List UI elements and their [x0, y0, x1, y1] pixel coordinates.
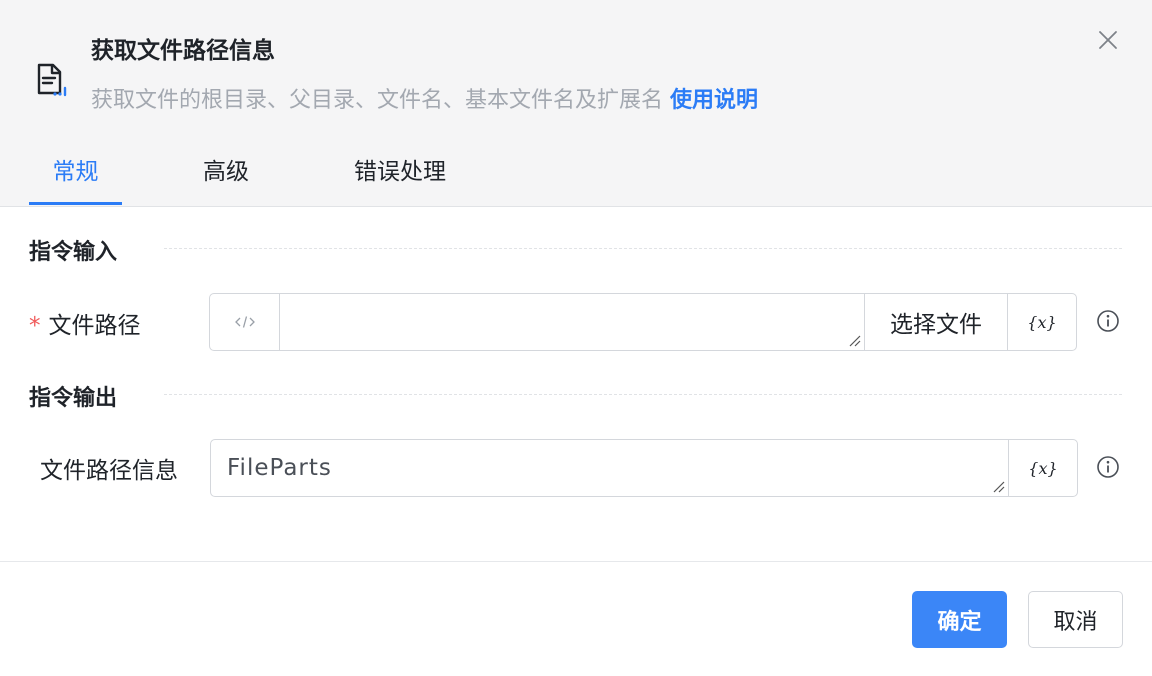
- close-icon: [1099, 31, 1117, 49]
- file-document-icon: [37, 63, 67, 97]
- dialog-title: 获取文件路径信息: [91, 38, 275, 64]
- file-path-input-group: 选择文件 {x}: [209, 293, 1077, 351]
- resize-handle-icon[interactable]: [847, 333, 861, 347]
- info-icon[interactable]: [1096, 309, 1120, 333]
- output-variable-input[interactable]: FileParts: [211, 440, 1008, 496]
- info-icon[interactable]: [1096, 455, 1120, 479]
- file-path-info-input-group: FileParts {x}: [210, 439, 1078, 497]
- get-file-path-info-dialog: 获取文件路径信息 获取文件的根目录、父目录、文件名、基本文件名及扩展名 使用说明…: [0, 0, 1152, 676]
- file-path-label: * 文件路径: [29, 306, 141, 340]
- file-path-input[interactable]: [279, 294, 864, 350]
- insert-variable-button[interactable]: {x}: [1008, 440, 1077, 496]
- file-path-label-text: 文件路径: [48, 313, 141, 339]
- required-mark: *: [29, 313, 41, 339]
- variable-icon: {x}: [1028, 458, 1058, 478]
- confirm-button[interactable]: 确定: [912, 591, 1007, 648]
- code-icon: [234, 316, 255, 328]
- file-path-info-label: 文件路径信息: [40, 458, 178, 484]
- dialog-header: 获取文件路径信息 获取文件的根目录、父目录、文件名、基本文件名及扩展名 使用说明…: [0, 0, 1152, 207]
- expression-mode-toggle[interactable]: [210, 294, 279, 350]
- insert-variable-button[interactable]: {x}: [1007, 294, 1076, 350]
- tab-general[interactable]: 常规: [29, 140, 122, 206]
- close-button[interactable]: [1094, 26, 1122, 54]
- active-tab-indicator: [29, 202, 122, 205]
- output-section-divider: [164, 394, 1122, 395]
- cancel-button[interactable]: 取消: [1028, 591, 1123, 648]
- input-section-divider: [164, 248, 1122, 249]
- input-section-title: 指令输入: [29, 240, 118, 265]
- output-variable-value: FileParts: [227, 455, 332, 481]
- tab-error-handling[interactable]: 错误处理: [340, 140, 460, 206]
- variable-icon: {x}: [1027, 312, 1057, 332]
- dialog-description: 获取文件的根目录、父目录、文件名、基本文件名及扩展名: [91, 88, 664, 113]
- dialog-subtitle: 获取文件的根目录、父目录、文件名、基本文件名及扩展名 使用说明: [91, 82, 758, 114]
- resize-handle-icon[interactable]: [991, 479, 1005, 493]
- help-link[interactable]: 使用说明: [670, 88, 758, 113]
- tab-advanced[interactable]: 高级: [191, 140, 261, 206]
- footer-divider: [0, 561, 1152, 562]
- select-file-button[interactable]: 选择文件: [864, 294, 1007, 350]
- output-section-title: 指令输出: [29, 386, 118, 411]
